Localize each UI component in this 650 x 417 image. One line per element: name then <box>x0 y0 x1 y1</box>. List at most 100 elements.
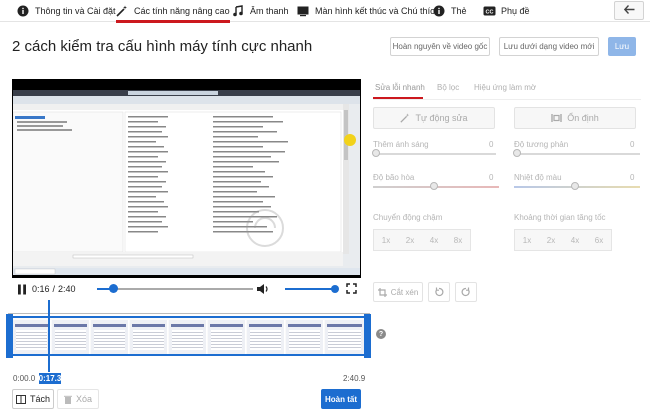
slow-motion-8x[interactable]: 8x <box>446 230 470 250</box>
brightness-slider[interactable] <box>373 153 496 155</box>
trash-icon <box>63 395 72 404</box>
active-tab-indicator <box>373 97 423 99</box>
magic-wand-icon <box>400 113 410 123</box>
split-button[interactable]: Tách <box>12 389 54 409</box>
color-temp-knob[interactable] <box>571 182 579 190</box>
tab-audio[interactable]: Âm thanh <box>232 0 289 22</box>
timelapse-2x[interactable]: 2x <box>539 230 563 250</box>
split-icon <box>15 394 26 404</box>
tab-blur-effects[interactable]: Hiệu ứng làm mờ <box>474 83 536 92</box>
done-button[interactable]: Hoàn tất <box>321 389 361 409</box>
rotate-left-icon <box>434 287 444 297</box>
auto-fix-label: Tự động sửa <box>415 113 468 123</box>
seek-bar[interactable] <box>97 284 253 293</box>
tab-end-screen-annotations[interactable]: Màn hình kết thúc và Chú thích <box>297 0 440 22</box>
playhead-time-badge: 0:17.3 <box>38 373 62 384</box>
timelapse-label: Khoảng thời gian tăng tốc <box>514 213 606 222</box>
timeline-divider <box>8 313 370 314</box>
saturation-label: Độ bão hòa <box>373 173 415 182</box>
slow-motion-1x[interactable]: 1x <box>374 230 398 250</box>
music-note-icon <box>232 5 244 17</box>
brightness-value: 0 <box>489 140 494 149</box>
stabilize-label: Ổn định <box>567 113 599 123</box>
video-title: 2 cách kiểm tra cấu hình máy tính cực nh… <box>12 38 313 55</box>
saturation-value: 0 <box>489 173 494 182</box>
slow-motion-4x[interactable]: 4x <box>422 230 446 250</box>
crop-button[interactable]: Cắt xén <box>373 282 423 302</box>
rotate-right-button[interactable] <box>455 282 477 302</box>
split-label: Tách <box>29 394 50 404</box>
arrow-left-icon <box>623 4 635 17</box>
back-button[interactable] <box>614 1 644 20</box>
filmstrip-frame <box>52 320 90 354</box>
contrast-knob[interactable] <box>513 149 521 157</box>
delete-button[interactable]: Xóa <box>57 389 99 409</box>
filmstrip-frame <box>325 320 365 354</box>
color-temp-label: Nhiệt độ màu <box>514 173 562 182</box>
save-button[interactable]: Lưu <box>608 37 636 56</box>
slow-motion-speed-group: 1x 2x 4x 8x <box>373 229 471 251</box>
color-temp-value: 0 <box>630 173 635 182</box>
tab-advanced-features[interactable]: Các tính năng nâng cao <box>116 0 230 23</box>
brightness-label: Thêm ánh sáng <box>373 140 429 149</box>
trim-handle-left[interactable] <box>6 314 13 358</box>
filmstrip-frame <box>13 320 51 354</box>
fullscreen-icon[interactable] <box>346 283 357 297</box>
timeline-end-time: 2:40.9 <box>343 374 366 383</box>
slow-motion-2x[interactable]: 2x <box>398 230 422 250</box>
delete-label: Xóa <box>75 394 92 404</box>
pause-icon[interactable] <box>17 284 27 295</box>
filmstrip-frame <box>169 320 207 354</box>
crop-icon <box>377 287 387 297</box>
stabilize-button[interactable]: Ổn định <box>514 107 636 129</box>
cc-icon: CC <box>483 5 496 17</box>
timelapse-speed-group: 1x 2x 4x 6x <box>514 229 612 251</box>
seek-bar-knob[interactable] <box>108 284 118 293</box>
contrast-label: Độ tương phản <box>514 140 569 149</box>
tab-quick-fixes[interactable]: Sửa lỗi nhanh <box>375 83 425 92</box>
help-icon[interactable]: ? <box>376 329 386 339</box>
magic-wand-icon <box>116 5 128 17</box>
crop-label: Cắt xén <box>390 287 419 297</box>
timelapse-1x[interactable]: 1x <box>515 230 539 250</box>
player-controls: 0:16 / 2:40 <box>12 279 361 299</box>
tab-cards[interactable]: Thẻ <box>433 0 467 22</box>
saturation-knob[interactable] <box>430 182 438 190</box>
quantrimang-watermark <box>240 200 390 260</box>
info-icon <box>17 5 29 17</box>
timelapse-4x[interactable]: 4x <box>563 230 587 250</box>
timeline-start-time: 0:00.0 <box>13 374 36 383</box>
auto-fix-button[interactable]: Tự động sửa <box>373 107 495 129</box>
contrast-value: 0 <box>630 140 635 149</box>
svg-text:CC: CC <box>486 10 494 16</box>
duration-time: 2:40 <box>58 284 76 294</box>
stabilize-icon <box>551 113 562 123</box>
timelapse-6x[interactable]: 6x <box>587 230 611 250</box>
timeline-playhead[interactable] <box>48 300 50 372</box>
volume-knob[interactable] <box>331 285 339 293</box>
end-screen-icon <box>297 5 309 17</box>
trim-handle-right[interactable] <box>364 314 371 358</box>
info-card-icon <box>433 5 445 17</box>
filmstrip-frame <box>91 320 129 354</box>
slow-motion-label: Chuyển động chậm <box>373 213 443 222</box>
contrast-slider[interactable] <box>514 153 640 155</box>
filmstrip-frame <box>247 320 285 354</box>
save-as-new-button[interactable]: Lưu dưới dạng video mới <box>499 37 599 56</box>
rotate-left-button[interactable] <box>428 282 450 302</box>
timeline-filmstrip[interactable] <box>8 316 370 356</box>
tab-filters[interactable]: Bộ lọc <box>437 83 459 92</box>
time-separator: / <box>52 284 56 294</box>
rotate-right-icon <box>461 287 471 297</box>
volume-slider[interactable] <box>285 285 339 293</box>
filmstrip-frame <box>130 320 168 354</box>
current-time: 0:16 <box>32 284 50 294</box>
top-tab-bar: Thông tin và Cài đặt Các tính năng nâng … <box>0 0 650 23</box>
volume-icon[interactable] <box>256 283 270 298</box>
filmstrip-frame <box>286 320 324 354</box>
filmstrip-frame <box>208 320 246 354</box>
tab-info-settings[interactable]: Thông tin và Cài đặt <box>17 0 116 22</box>
revert-button[interactable]: Hoàn nguyên về video gốc <box>390 37 490 56</box>
tab-subtitles[interactable]: CC Phụ đề <box>483 0 530 22</box>
brightness-knob[interactable] <box>372 149 380 157</box>
